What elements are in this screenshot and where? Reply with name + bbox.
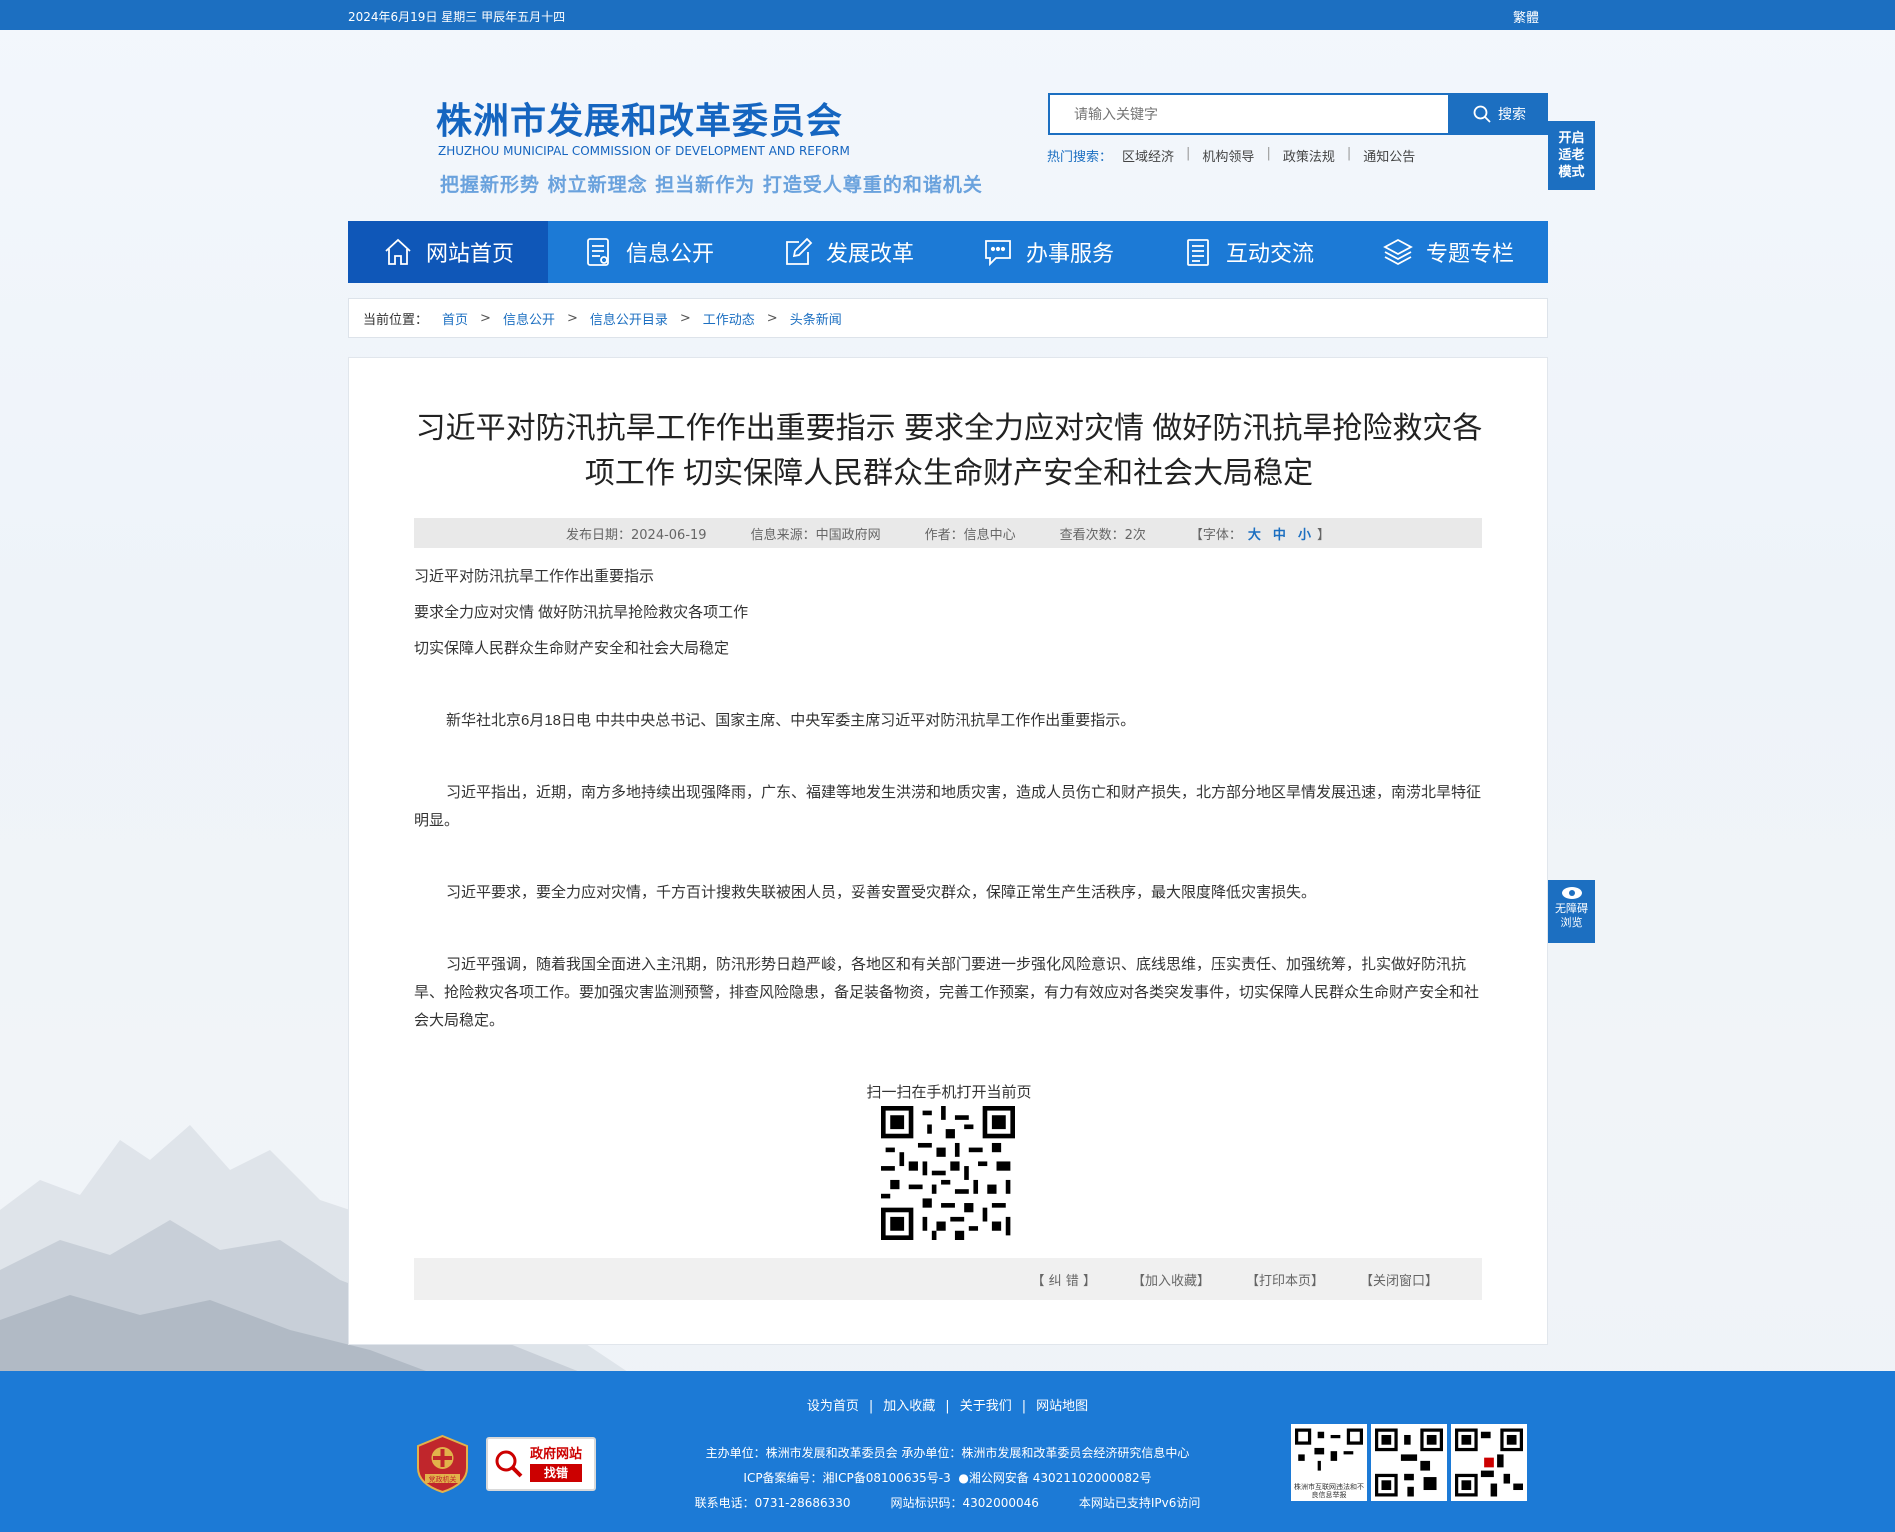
lead-line: 习近平对防汛抗旱工作作出重要指示 (414, 568, 655, 585)
footer-icp[interactable]: ICP备案编号：湘ICP备08100635号-3 (743, 1471, 950, 1485)
nav-services[interactable]: 办事服务 (948, 221, 1148, 283)
notes-icon (1187, 239, 1209, 266)
qr-code-icon (1455, 1428, 1523, 1497)
article-paragraph: 习近平要求，要全力应对灾情，千方百计搜救失联被困人员，妥善安置受灾群众，保障正常… (446, 884, 1317, 901)
qr-label: 扫一扫在手机打开当前页 (866, 1083, 1032, 1101)
search-button-label: 搜索 (1498, 107, 1526, 123)
breadcrumb-home[interactable]: 首页 (442, 309, 468, 328)
footer-qr-code-2[interactable] (1371, 1424, 1447, 1501)
info-source: 信息来源：中国政府网 (750, 527, 881, 543)
article-meta: 发布日期：2024-06-19 信息来源：中国政府网 作者：信息中心 查看次数：… (414, 518, 1482, 548)
nav-special-topics[interactable]: 专题专栏 (1348, 221, 1548, 283)
lead-line: 切实保障人民群众生命财产安全和社会大局稳定 (414, 640, 730, 657)
eye-icon (1561, 887, 1582, 899)
site-subtitle-en: ZHUZHOU MUNICIPAL COMMISSION OF DEVELOPM… (438, 144, 850, 158)
article-body: 习近平对防汛抗旱工作作出重要指示 要求全力应对灾情 做好防汛抗旱抢险救灾各项工作… (414, 563, 1482, 1035)
search-input[interactable] (1050, 95, 1448, 133)
chat-icon (985, 240, 1011, 267)
hot-link-policies[interactable]: 政策法规 (1283, 146, 1335, 165)
lead-line: 要求全力应对灾情 做好防汛抗旱抢险救灾各项工作 (414, 604, 749, 621)
footer-qr-code-3[interactable] (1451, 1424, 1527, 1501)
hot-link-regional-economy[interactable]: 区域经济 (1122, 146, 1174, 165)
traditional-chinese-link[interactable]: 繁體 (1513, 7, 1539, 26)
site-title: 株洲市发展和改革委员会 (436, 101, 844, 142)
hot-search: 热门搜索： 区域经济 | 机构领导 | 政策法规 | 通知公告 (1047, 146, 1416, 165)
report-qr-code[interactable]: 株洲市互联网违法和不良信息举报 (1291, 1424, 1367, 1501)
footer-site-code: 网站标识码：4302000046 (890, 1496, 1039, 1510)
nav-development-reform[interactable]: 发展改革 (748, 221, 948, 283)
article-paragraph: 新华社北京6月18日电 中共中央总书记、国家主席、中央军委主席习近平对防汛抗旱工… (446, 712, 1136, 729)
breadcrumb-info-catalog[interactable]: 信息公开目录 (590, 309, 668, 328)
publish-date: 发布日期：2024-06-19 (566, 527, 707, 543)
footer-set-home[interactable]: 设为首页 (807, 1399, 859, 1414)
nav-interaction[interactable]: 互动交流 (1148, 221, 1348, 283)
close-window-button[interactable]: 【关闭窗口】 (1360, 1270, 1438, 1289)
footer-phone: 联系电话：0731-28686330 (694, 1496, 851, 1510)
font-small-button[interactable]: 小 (1298, 528, 1311, 543)
breadcrumb: 当前位置： 首页 > 信息公开 > 信息公开目录 > 工作动态 > 头条新闻 (348, 298, 1548, 338)
footer-ipv6: 本网站已支持IPv6访问 (1078, 1496, 1201, 1510)
edit-icon (786, 237, 813, 265)
site-slogan: 把握新形势 树立新理念 担当新作为 打造受人尊重的和谐机关 (440, 174, 983, 196)
author: 作者：信息中心 (924, 527, 1016, 543)
top-bar: 2024年6月19日 星期三 甲辰年五月十四 繁體 (0, 0, 1895, 30)
accessibility-button[interactable]: 无障碍 浏览 (1548, 880, 1595, 943)
article-paragraph: 习近平强调，随着我国全面进入主汛期，防汛形势日趋严峻，各地区和有关部门要进一步强… (414, 956, 1480, 1029)
police-badge-icon: ● (958, 1471, 969, 1485)
article-title: 习近平对防汛抗旱工作作出重要指示 要求全力应对灾情 做好防汛抗旱抢险救灾各 项工… (415, 412, 1483, 490)
breadcrumb-label: 当前位置： (363, 312, 429, 328)
footer-sitemap[interactable]: 网站地图 (1036, 1399, 1088, 1414)
article-paragraph: 习近平指出，近期，南方多地持续出现强降雨，广东、福建等地发生洪涝和地质灾害，造成… (414, 784, 1482, 829)
font-large-button[interactable]: 大 (1248, 528, 1261, 543)
elder-mode-button[interactable]: 开启 适老 模式 (1548, 121, 1595, 190)
footer-police[interactable]: 湘公网安备 43021102000082号 (969, 1471, 1152, 1485)
nav-info-disclosure[interactable]: 信息公开 (548, 221, 748, 283)
view-count: 查看次数：2次 (1059, 527, 1146, 543)
font-medium-button[interactable]: 中 (1273, 528, 1286, 543)
nav-home[interactable]: 网站首页 (348, 221, 548, 283)
document-list-icon (587, 238, 609, 266)
footer-about-us[interactable]: 关于我们 (960, 1399, 1012, 1414)
home-icon (385, 238, 411, 265)
hot-search-label: 热门搜索： (1047, 150, 1113, 165)
hot-link-leadership[interactable]: 机构领导 (1202, 146, 1254, 165)
qr-code-icon (1375, 1428, 1443, 1497)
current-date: 2024年6月19日 星期三 甲辰年五月十四 (348, 10, 566, 24)
article-actions: 【 纠 错 】 【加入收藏】 【打印本页】 【关闭窗口】 (414, 1258, 1482, 1300)
add-favorite-button[interactable]: 【加入收藏】 (1132, 1270, 1210, 1289)
report-error-button[interactable]: 【 纠 错 】 (1032, 1270, 1096, 1289)
search-icon (1473, 105, 1491, 123)
hot-link-notices[interactable]: 通知公告 (1363, 146, 1415, 165)
main-nav: 网站首页 信息公开 发展改革 办事服务 互动交流 专题专栏 (348, 221, 1548, 283)
breadcrumb-headlines[interactable]: 头条新闻 (790, 309, 842, 328)
footer-info: 主办单位：株洲市发展和改革委员会 承办单位：株洲市发展和改革委员会经济研究信息中… (0, 1441, 1895, 1516)
search-box (1048, 93, 1450, 135)
article-card: 习近平对防汛抗旱工作作出重要指示 要求全力应对灾情 做好防汛抗旱抢险救灾各 项工… (348, 357, 1548, 1345)
search-button[interactable]: 搜索 (1450, 93, 1548, 135)
print-page-button[interactable]: 【打印本页】 (1246, 1270, 1324, 1289)
footer-links: 设为首页 | 加入收藏 | 关于我们 | 网站地图 (806, 1399, 1089, 1414)
breadcrumb-info-disclosure[interactable]: 信息公开 (503, 309, 555, 328)
page-qr-code (881, 1106, 1015, 1240)
layers-icon (1383, 238, 1413, 266)
footer-add-favorite[interactable]: 加入收藏 (883, 1399, 935, 1414)
breadcrumb-work-news[interactable]: 工作动态 (703, 309, 755, 328)
font-size-control: 【字体：大中小】 (1189, 527, 1330, 543)
footer: 设为首页 | 加入收藏 | 关于我们 | 网站地图 党政机关 政府网站 找错 主办单位：株洲… (0, 1371, 1895, 1532)
footer-sponsor: 主办单位：株洲市发展和改革委员会 承办单位：株洲市发展和改革委员会经济研究信息中… (705, 1446, 1190, 1460)
